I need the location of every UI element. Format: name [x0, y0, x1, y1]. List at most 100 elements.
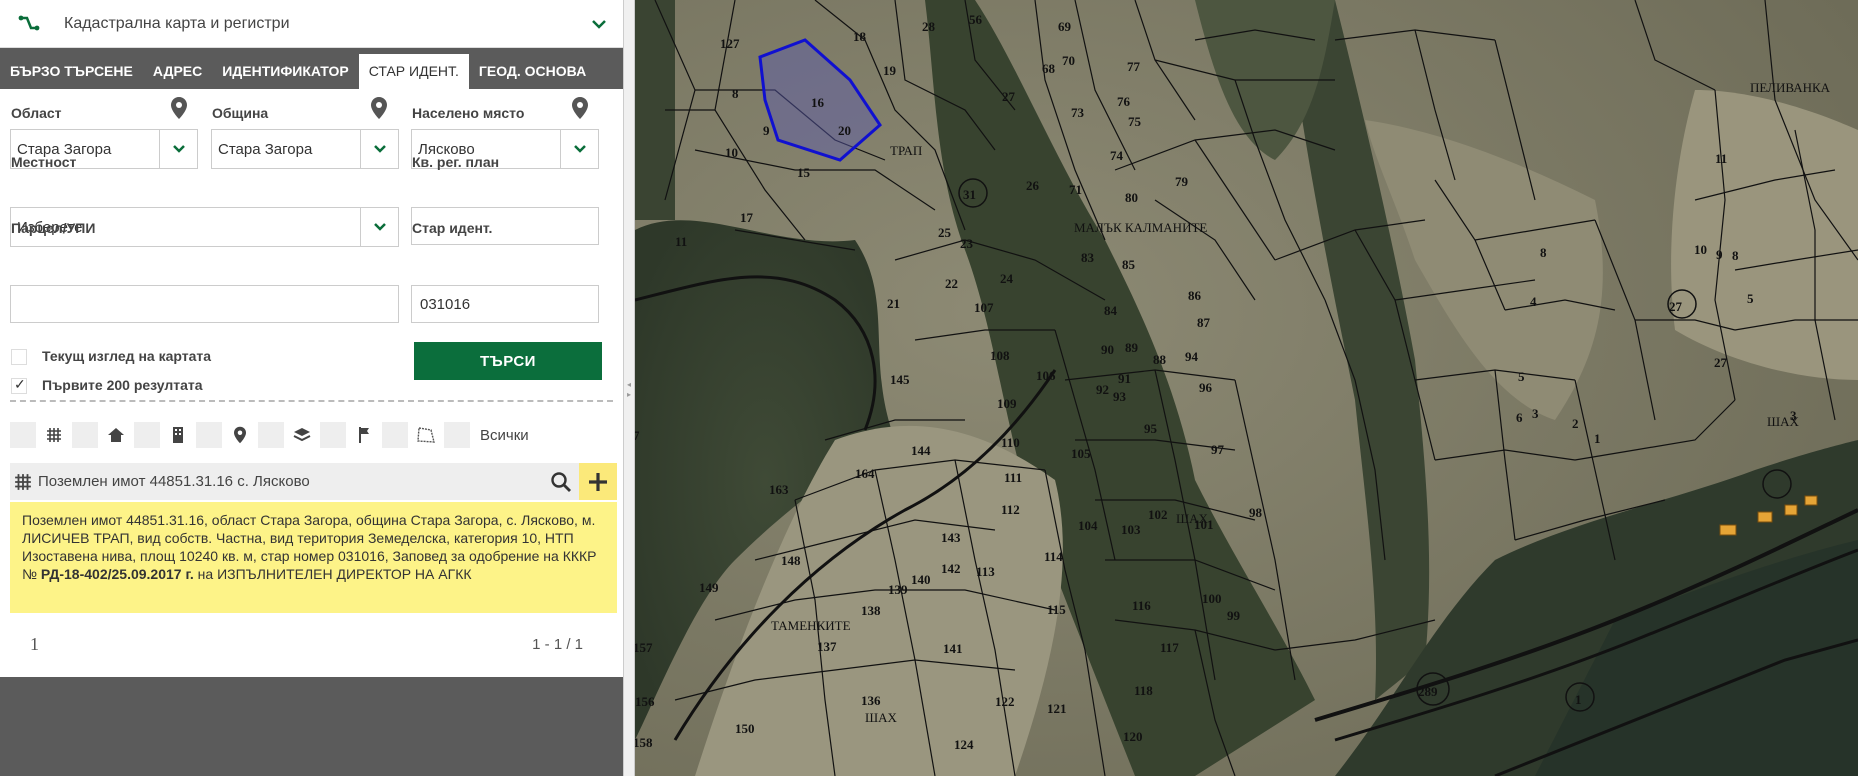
svg-text:79: 79 [1175, 174, 1189, 189]
svg-text:98: 98 [1249, 505, 1263, 520]
svg-text:73: 73 [1071, 105, 1085, 120]
chevron-down-icon[interactable] [589, 14, 609, 34]
filter-toggle[interactable] [196, 422, 222, 448]
settlement-label: Населено място [412, 105, 525, 121]
municipality-label: Община [212, 105, 269, 121]
svg-text:ШАХ: ШАХ [1176, 511, 1209, 526]
svg-text:141: 141 [943, 641, 963, 656]
layer-header[interactable]: Кадастрална карта и регистри [0, 0, 623, 48]
add-icon[interactable] [579, 463, 617, 500]
search-icon[interactable] [543, 463, 579, 500]
tab-old-identifier[interactable]: СТАР ИДЕНТ. [358, 54, 469, 89]
svg-text:22: 22 [945, 276, 958, 291]
svg-text:156: 156 [635, 694, 655, 709]
svg-text:124: 124 [954, 737, 974, 752]
municipality-select[interactable]: Стара Загора [211, 129, 399, 169]
svg-text:8: 8 [732, 86, 739, 101]
svg-text:77: 77 [1127, 59, 1141, 74]
svg-text:148: 148 [781, 553, 801, 568]
filter-toggle[interactable] [258, 422, 284, 448]
svg-text:145: 145 [890, 372, 910, 387]
polygon-icon[interactable] [408, 422, 444, 448]
tab-address[interactable]: АДРЕС [143, 54, 212, 89]
filter-toggle[interactable] [382, 422, 408, 448]
result-header[interactable]: Поземлен имот 44851.31.16 с. Лясково [10, 463, 617, 500]
locality-label: Местност [11, 154, 77, 170]
svg-text:4: 4 [1530, 294, 1537, 309]
svg-text:115: 115 [1047, 602, 1066, 617]
filter-toggle[interactable] [134, 422, 160, 448]
tab-identifier[interactable]: ИДЕНТИФИКАТОР [212, 54, 359, 89]
svg-text:28: 28 [922, 19, 936, 34]
home-icon[interactable] [98, 422, 134, 448]
svg-text:МАЛЪК КАЛМАНИТЕ: МАЛЪК КАЛМАНИТЕ [1074, 220, 1207, 235]
first-200-checkbox[interactable] [11, 376, 27, 394]
svg-text:87: 87 [1197, 315, 1211, 330]
svg-text:90: 90 [1101, 342, 1114, 357]
svg-text:143: 143 [941, 530, 961, 545]
filter-all-label[interactable]: Всички [480, 427, 529, 444]
svg-text:95: 95 [1144, 421, 1158, 436]
flag-icon[interactable] [346, 422, 382, 448]
grid-icon[interactable] [36, 422, 72, 448]
pin-icon[interactable] [222, 422, 258, 448]
map-pin-icon[interactable] [170, 96, 188, 120]
svg-text:157: 157 [635, 640, 653, 655]
building-icon[interactable] [160, 422, 196, 448]
filter-toggle[interactable] [320, 422, 346, 448]
svg-text:158: 158 [635, 735, 653, 750]
svg-text:27: 27 [1002, 89, 1016, 104]
layer-title: Кадастрална карта и регистри [64, 14, 290, 32]
map-pin-icon[interactable] [370, 96, 388, 120]
map-canvas[interactable]: 12789 101517 111618 192028 562769 687376… [635, 0, 1858, 776]
svg-text:127: 127 [720, 36, 740, 51]
chevron-down-icon[interactable] [360, 208, 398, 246]
splitter-handle-icon[interactable]: ◂ ▸ [627, 380, 631, 400]
svg-text:100: 100 [1202, 591, 1222, 606]
filter-toolbar: Всички [10, 422, 529, 448]
svg-text:85: 85 [1122, 257, 1136, 272]
left-panel: Кадастрална карта и регистри БЪРЗО ТЪРСЕ… [0, 0, 623, 776]
chevron-down-icon[interactable] [360, 130, 398, 168]
filter-toggle[interactable] [10, 422, 36, 448]
tab-quick-search[interactable]: БЪРЗО ТЪРСЕНЕ [0, 54, 143, 89]
svg-text:ТРАП: ТРАП [890, 143, 922, 158]
svg-text:10: 10 [1694, 242, 1707, 257]
chevron-down-icon[interactable] [560, 130, 598, 168]
cadastre-logo-icon [18, 15, 40, 30]
tab-geodetic-base[interactable]: ГЕОД. ОСНОВА [469, 54, 596, 89]
current-view-checkbox[interactable] [11, 349, 27, 365]
current-view-label: Текущ изглед на картата [42, 348, 212, 364]
chevron-down-icon[interactable] [159, 130, 197, 168]
svg-text:56: 56 [969, 12, 983, 27]
old-id-input[interactable] [411, 285, 599, 323]
parcel-label: Парцел/УПИ [11, 220, 96, 236]
map-pin-icon[interactable] [571, 96, 589, 120]
cadastral-map[interactable]: 127 8 9 10 15 17 11 16 18 19 20 28 56 27 69 68 73 76… [635, 0, 1858, 776]
svg-text:91: 91 [1118, 371, 1131, 386]
svg-text:1: 1 [1575, 692, 1582, 707]
svg-text:27: 27 [1669, 299, 1683, 314]
parcel-input[interactable] [10, 285, 399, 323]
filter-toggle[interactable] [72, 422, 98, 448]
svg-text:83: 83 [1081, 250, 1095, 265]
svg-text:ПЕЛИВАНКА: ПЕЛИВАНКА [1750, 80, 1831, 95]
svg-text:2: 2 [1572, 416, 1579, 431]
svg-text:117: 117 [1160, 640, 1179, 655]
svg-text:76: 76 [1117, 94, 1131, 109]
svg-text:18: 18 [853, 29, 867, 44]
svg-text:96: 96 [1199, 380, 1213, 395]
pager-page[interactable]: 1 [30, 634, 39, 655]
svg-text:20: 20 [838, 123, 851, 138]
svg-text:140: 140 [911, 572, 931, 587]
svg-text:ТАМЕНКИТЕ: ТАМЕНКИТЕ [771, 618, 851, 633]
svg-text:104: 104 [1078, 518, 1098, 533]
filter-toggle[interactable] [444, 422, 470, 448]
svg-text:23: 23 [960, 236, 974, 251]
layers-icon[interactable] [284, 422, 320, 448]
pager-range: 1 - 1 / 1 [532, 636, 583, 653]
svg-text:144: 144 [911, 443, 931, 458]
search-button[interactable]: ТЪРСИ [414, 342, 602, 380]
search-tabs: БЪРЗО ТЪРСЕНЕ АДРЕС ИДЕНТИФИКАТОР СТАР И… [0, 54, 623, 89]
panel-splitter[interactable]: ◂ ▸ [623, 0, 635, 776]
